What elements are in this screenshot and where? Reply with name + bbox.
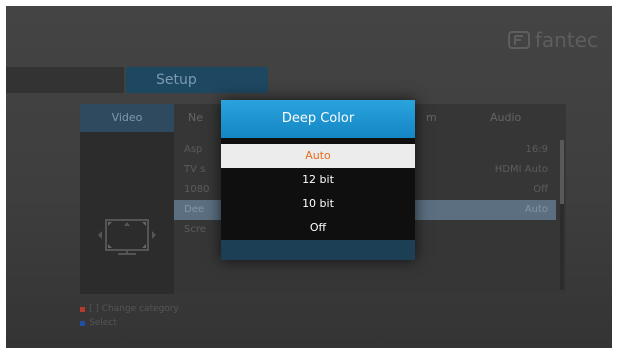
setting-label: 1080 <box>184 184 210 195</box>
dialog-footer <box>221 240 415 260</box>
tv-icon <box>98 219 156 255</box>
tab-video[interactable]: Video <box>80 104 174 132</box>
tab-system[interactable]: m <box>426 104 437 132</box>
blue-button-icon <box>80 320 85 326</box>
dialog-options: Auto 12 bit 10 bit Off <box>221 144 415 240</box>
fantec-logo-icon <box>507 31 530 49</box>
option-10-bit[interactable]: 10 bit <box>221 192 415 216</box>
setting-label: Dee <box>184 204 205 215</box>
tab-audio[interactable]: Audio <box>490 104 521 132</box>
option-off[interactable]: Off <box>221 216 415 240</box>
setting-label: Scre <box>184 224 206 235</box>
setting-label: Asp <box>184 144 203 155</box>
legend-item: [ ] Change category <box>80 302 179 316</box>
header-bar <box>6 67 124 93</box>
option-12-bit[interactable]: 12 bit <box>221 168 415 192</box>
setting-value: Auto <box>524 204 548 215</box>
tab-network[interactable]: Ne <box>188 104 203 132</box>
dialog-title: Deep Color <box>221 100 415 138</box>
scrollbar[interactable] <box>560 140 564 290</box>
page-title: Setup <box>126 67 268 93</box>
legend-label: Select <box>89 318 117 328</box>
scrollbar-thumb[interactable] <box>560 140 564 204</box>
setting-value: HDMI Auto <box>494 164 548 175</box>
setting-label: TV s <box>184 164 206 175</box>
button-legend: [ ] Change category Select <box>80 302 179 330</box>
category-sidebar: Video <box>80 104 174 294</box>
brand-logo: fantec <box>507 28 598 52</box>
legend-label: [ ] Change category <box>89 304 179 314</box>
legend-item: Select <box>80 316 179 330</box>
setting-value: Off <box>533 184 548 195</box>
option-auto[interactable]: Auto <box>221 144 415 168</box>
tv-screen: fantec Setup Video Ne m Audio Asp 16:9 T… <box>6 6 612 348</box>
brand-logo-text: fantec <box>534 28 598 52</box>
deep-color-dialog: Deep Color Auto 12 bit 10 bit Off <box>221 100 415 260</box>
setting-value: 16:9 <box>525 144 548 155</box>
red-button-icon <box>80 306 85 312</box>
